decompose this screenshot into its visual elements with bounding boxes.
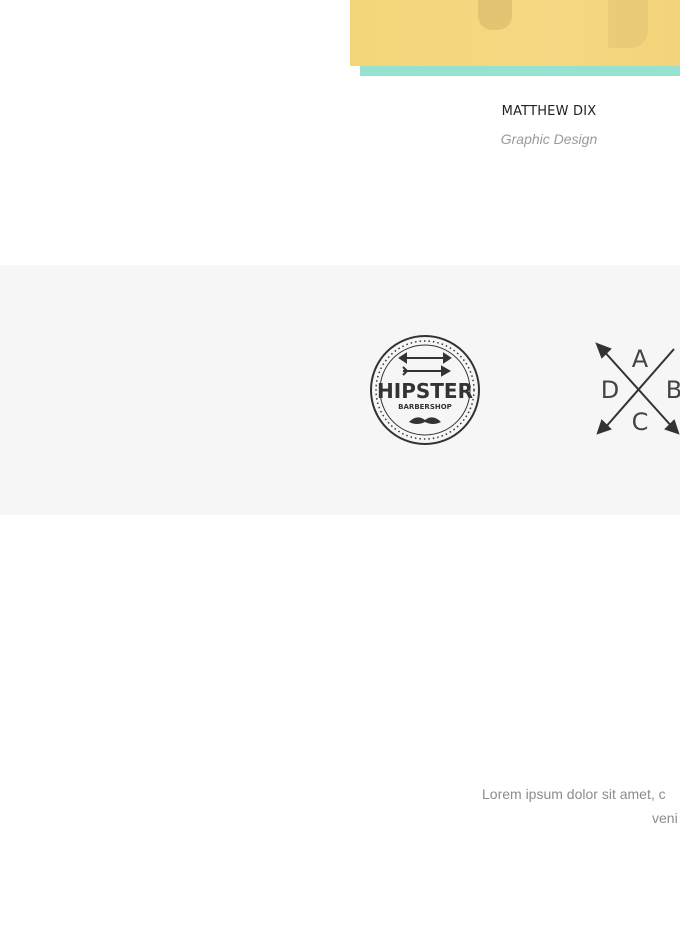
intro-line-1: Lorem ipsum dolor sit amet, c <box>482 786 666 802</box>
logo-letter-d: D <box>601 376 619 404</box>
logo-letter-b: B <box>666 376 680 404</box>
photo-detail <box>478 0 512 30</box>
logo-subtitle: BARBERSHOP <box>398 403 452 411</box>
hipster-barbershop-icon: HIPSTER BARBERSHOP <box>370 335 480 445</box>
intro-line-2: veni <box>652 810 678 826</box>
member-role: Graphic Design <box>500 131 598 147</box>
team-member-photo <box>350 0 680 66</box>
logo-letter-c: C <box>632 408 649 436</box>
photo-detail <box>608 0 648 48</box>
hipster-barbershop-logo[interactable]: HIPSTER BARBERSHOP <box>369 334 481 446</box>
crossed-arrows-icon: A B C D <box>595 342 680 436</box>
intro-paragraph: Lorem ipsum dolor sit amet, c veni <box>482 782 680 830</box>
photo-accent-bar <box>360 66 680 76</box>
logo-letter-a: A <box>632 345 649 373</box>
member-name: MATTHEW DIX <box>501 104 597 119</box>
clients-section <box>0 265 680 515</box>
crossed-arrows-logo[interactable]: A B C D <box>594 341 680 437</box>
logo-title: HIPSTER <box>377 379 473 403</box>
